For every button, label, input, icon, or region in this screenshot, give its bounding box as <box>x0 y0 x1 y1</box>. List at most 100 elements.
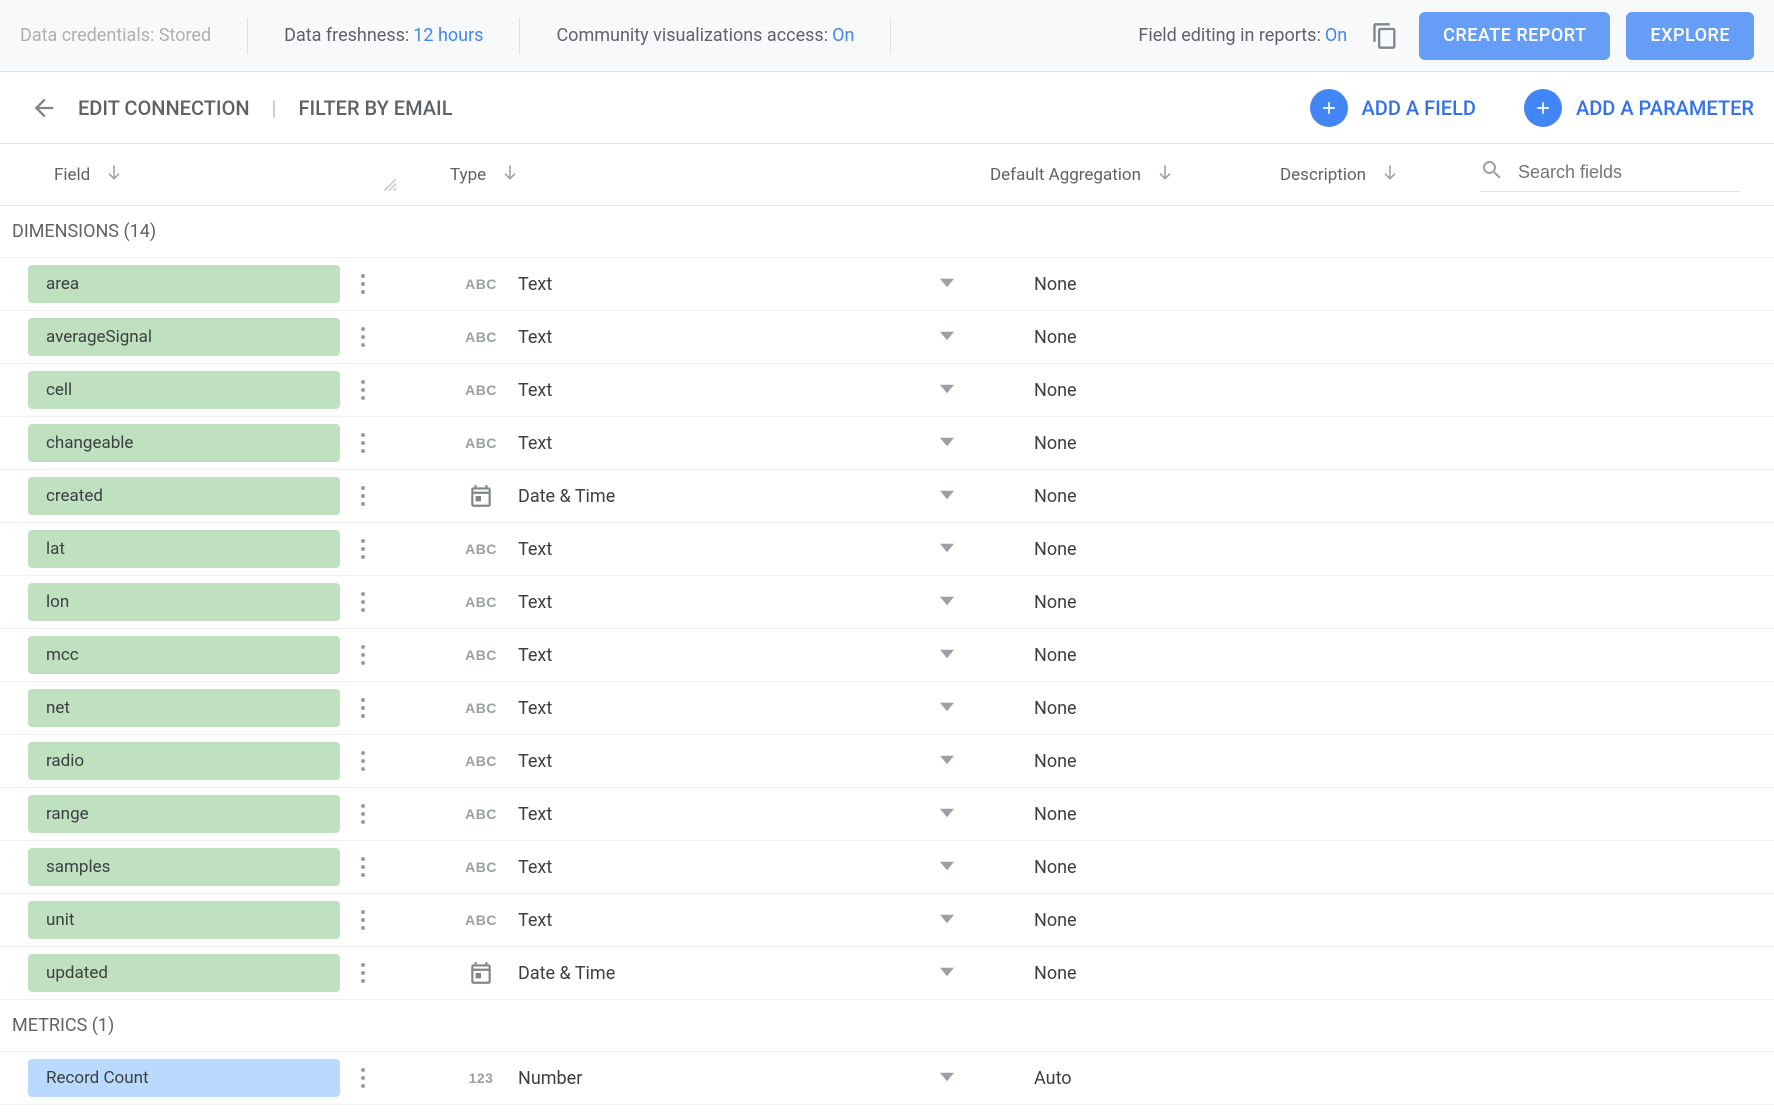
table-row[interactable]: netABCTextNone <box>0 682 1774 735</box>
more-options-icon[interactable] <box>352 427 374 459</box>
column-header-description[interactable]: Description <box>1280 162 1480 187</box>
type-cell[interactable]: ABCText <box>390 592 990 613</box>
field-chip[interactable]: changeable <box>28 424 340 462</box>
field-chip[interactable]: radio <box>28 742 340 780</box>
type-cell[interactable]: ABCText <box>390 698 990 719</box>
type-cell[interactable]: 123Number <box>390 1068 990 1089</box>
filter-by-email-breadcrumb[interactable]: FILTER BY EMAIL <box>298 96 474 120</box>
chevron-down-icon[interactable] <box>940 751 954 772</box>
chevron-down-icon[interactable] <box>940 1068 954 1089</box>
column-header-type[interactable]: Type <box>390 162 990 187</box>
aggregation-cell[interactable]: None <box>990 486 1280 507</box>
aggregation-cell[interactable]: None <box>990 274 1280 295</box>
chevron-down-icon[interactable] <box>940 910 954 931</box>
field-chip[interactable]: cell <box>28 371 340 409</box>
type-cell[interactable]: ABCText <box>390 380 990 401</box>
table-row[interactable]: latABCTextNone <box>0 523 1774 576</box>
more-options-icon[interactable] <box>352 268 374 300</box>
sort-arrow-icon[interactable] <box>104 162 124 187</box>
field-chip[interactable]: mcc <box>28 636 340 674</box>
copy-icon[interactable] <box>1367 18 1403 54</box>
type-cell[interactable]: Date & Time <box>390 960 990 986</box>
add-parameter-button[interactable]: ADD A PARAMETER <box>1524 89 1754 127</box>
sort-arrow-icon[interactable] <box>1155 162 1175 187</box>
aggregation-cell[interactable]: Auto <box>990 1068 1280 1089</box>
type-cell[interactable]: ABCText <box>390 857 990 878</box>
aggregation-cell[interactable]: None <box>990 380 1280 401</box>
add-field-button[interactable]: ADD A FIELD <box>1310 89 1476 127</box>
sort-arrow-icon[interactable] <box>500 162 520 187</box>
more-options-icon[interactable] <box>352 639 374 671</box>
aggregation-cell[interactable]: None <box>990 804 1280 825</box>
aggregation-cell[interactable]: None <box>990 327 1280 348</box>
chevron-down-icon[interactable] <box>940 963 954 984</box>
aggregation-cell[interactable]: None <box>990 910 1280 931</box>
more-options-icon[interactable] <box>352 957 374 989</box>
back-arrow-icon[interactable] <box>28 92 60 124</box>
aggregation-cell[interactable]: None <box>990 857 1280 878</box>
more-options-icon[interactable] <box>352 851 374 883</box>
table-row[interactable]: area ABCTextNone <box>0 258 1774 311</box>
type-cell[interactable]: ABCText <box>390 804 990 825</box>
table-row[interactable]: cell ABCTextNone <box>0 364 1774 417</box>
table-row[interactable]: samples ABCTextNone <box>0 841 1774 894</box>
field-chip[interactable]: averageSignal <box>28 318 340 356</box>
freshness-value[interactable]: 12 hours <box>413 25 483 46</box>
search-input[interactable] <box>1518 162 1718 183</box>
more-options-icon[interactable] <box>352 586 374 618</box>
aggregation-cell[interactable]: None <box>990 963 1280 984</box>
field-editing-status[interactable]: Field editing in reports: On <box>1102 18 1357 54</box>
chevron-down-icon[interactable] <box>940 804 954 825</box>
table-row[interactable]: Record Count 123NumberAuto <box>0 1052 1774 1105</box>
chevron-down-icon[interactable] <box>940 274 954 295</box>
more-options-icon[interactable] <box>352 374 374 406</box>
table-row[interactable]: range ABCTextNone <box>0 788 1774 841</box>
more-options-icon[interactable] <box>352 533 374 565</box>
type-cell[interactable]: Date & Time <box>390 483 990 509</box>
table-row[interactable]: radio ABCTextNone <box>0 735 1774 788</box>
type-cell[interactable]: ABCText <box>390 327 990 348</box>
field-chip[interactable]: area <box>28 265 340 303</box>
field-chip[interactable]: Record Count <box>28 1059 340 1097</box>
aggregation-cell[interactable]: None <box>990 592 1280 613</box>
table-row[interactable]: unit ABCTextNone <box>0 894 1774 947</box>
more-options-icon[interactable] <box>352 1062 374 1094</box>
chevron-down-icon[interactable] <box>940 592 954 613</box>
more-options-icon[interactable] <box>352 321 374 353</box>
more-options-icon[interactable] <box>352 692 374 724</box>
sort-arrow-icon[interactable] <box>1380 162 1400 187</box>
aggregation-cell[interactable]: None <box>990 645 1280 666</box>
table-row[interactable]: changeable ABCTextNone <box>0 417 1774 470</box>
aggregation-cell[interactable]: None <box>990 539 1280 560</box>
community-viz-value[interactable]: On <box>832 25 854 46</box>
field-chip[interactable]: updated <box>28 954 340 992</box>
edit-connection-breadcrumb[interactable]: EDIT CONNECTION <box>78 96 272 120</box>
field-chip[interactable]: unit <box>28 901 340 939</box>
type-cell[interactable]: ABCText <box>390 645 990 666</box>
community-viz-status[interactable]: Community visualizations access: On <box>520 18 891 54</box>
explore-button[interactable]: EXPLORE <box>1626 12 1754 60</box>
type-cell[interactable]: ABCText <box>390 274 990 295</box>
type-cell[interactable]: ABCText <box>390 433 990 454</box>
field-chip[interactable]: created <box>28 477 340 515</box>
chevron-down-icon[interactable] <box>940 698 954 719</box>
type-cell[interactable]: ABCText <box>390 910 990 931</box>
more-options-icon[interactable] <box>352 745 374 777</box>
chevron-down-icon[interactable] <box>940 645 954 666</box>
resize-handle-icon[interactable] <box>384 179 396 195</box>
field-chip[interactable]: lon <box>28 583 340 621</box>
column-header-aggregation[interactable]: Default Aggregation <box>990 162 1280 187</box>
field-editing-value[interactable]: On <box>1325 25 1347 46</box>
aggregation-cell[interactable]: None <box>990 433 1280 454</box>
chevron-down-icon[interactable] <box>940 433 954 454</box>
aggregation-cell[interactable]: None <box>990 751 1280 772</box>
field-chip[interactable]: range <box>28 795 340 833</box>
column-header-field[interactable]: Field <box>0 162 390 187</box>
table-row[interactable]: updated Date & TimeNone <box>0 947 1774 1000</box>
chevron-down-icon[interactable] <box>940 486 954 507</box>
chevron-down-icon[interactable] <box>940 539 954 560</box>
table-row[interactable]: lon ABCTextNone <box>0 576 1774 629</box>
type-cell[interactable]: ABCText <box>390 751 990 772</box>
chevron-down-icon[interactable] <box>940 857 954 878</box>
field-chip[interactable]: samples <box>28 848 340 886</box>
